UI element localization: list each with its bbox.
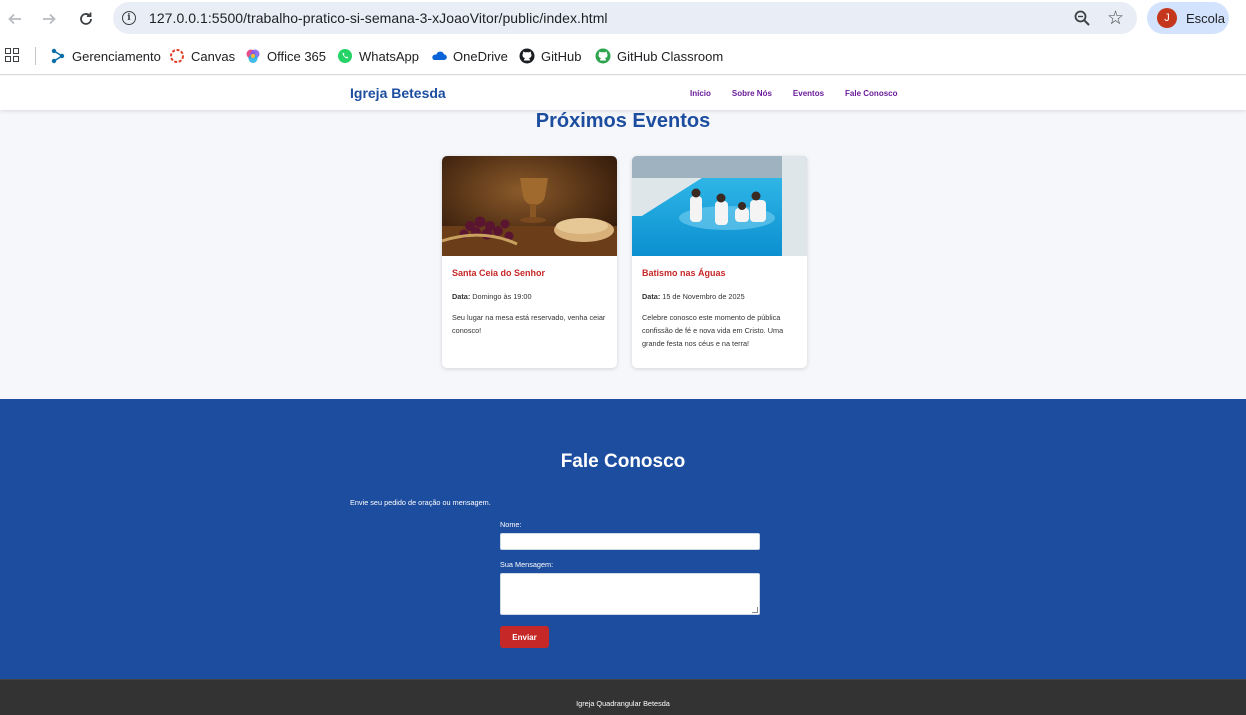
nav-link-eventos[interactable]: Eventos <box>793 89 824 98</box>
footer-text: Igreja Quadrangular Betesda <box>576 699 670 708</box>
bookmark-onedrive[interactable]: OneDrive <box>431 47 508 65</box>
event-title: Batismo nas Águas <box>642 268 726 278</box>
bookmark-label: GitHub <box>541 48 582 64</box>
profile-button[interactable]: J Escola <box>1147 2 1229 34</box>
nav-link-fale-conosco[interactable]: Fale Conosco <box>845 89 897 98</box>
github-icon <box>519 48 535 64</box>
message-textarea[interactable] <box>500 573 760 615</box>
communion-image <box>442 156 617 256</box>
event-date: Data: 15 de Novembro de 2025 <box>642 292 745 301</box>
event-date-label: Data: <box>642 292 661 301</box>
onedrive-icon <box>432 51 447 60</box>
back-button[interactable] <box>3 7 27 31</box>
nav-link-inicio[interactable]: Início <box>690 89 711 98</box>
github-classroom-icon <box>595 48 611 64</box>
bookmark-label: Canvas <box>191 48 236 64</box>
address-bar[interactable]: i 127.0.0.1:5500/trabalho-pratico-si-sem… <box>113 2 1137 34</box>
events-section: Próximos Eventos Santa Ceia do Senhor Da… <box>0 110 1246 399</box>
contact-intro: Envie seu pedido de oração ou mensagem. <box>350 498 491 507</box>
bookmark-star-icon[interactable]: ☆ <box>1107 7 1124 30</box>
bookmark-github-classroom[interactable]: GitHub Classroom <box>595 47 723 65</box>
contact-title: Fale Conosco <box>560 451 686 472</box>
site-logo[interactable]: Igreja Betesda <box>350 85 446 101</box>
event-description: Celebre conosco este momento de pública … <box>642 313 784 348</box>
name-label: Nome: <box>500 520 522 529</box>
bookmarks-bar: Gerenciamento Canvas Office 365 WhatsApp… <box>0 37 1246 75</box>
nav-link-sobre[interactable]: Sobre Nós <box>732 89 772 98</box>
reload-button[interactable] <box>74 7 98 31</box>
office-icon <box>246 49 260 63</box>
event-card: Batismo nas Águas Data: 15 de Novembro d… <box>632 156 807 368</box>
send-button[interactable]: Enviar <box>500 626 549 648</box>
bookmark-label: WhatsApp <box>359 48 419 64</box>
event-card: Santa Ceia do Senhor Data: Domingo às 19… <box>442 156 617 368</box>
zoom-icon[interactable] <box>1073 9 1091 27</box>
profile-name: Escola <box>1186 10 1226 26</box>
avatar: J <box>1157 8 1177 28</box>
event-date-value: Domingo às 19:00 <box>472 292 532 301</box>
bookmark-github[interactable]: GitHub <box>519 47 581 65</box>
event-date-label: Data: <box>452 292 471 301</box>
apps-grid-icon[interactable] <box>5 48 19 62</box>
site-footer: Igreja Quadrangular Betesda <box>0 679 1246 715</box>
arrow-left-icon <box>8 13 21 25</box>
message-label: Sua Mensagem: <box>500 560 554 569</box>
bookmark-gerenciamento[interactable]: Gerenciamento <box>50 47 161 65</box>
events-title: Próximos Eventos <box>535 110 711 132</box>
site-info-icon[interactable]: i <box>122 11 136 25</box>
event-date-value: 15 de Novembro de 2025 <box>662 292 745 301</box>
contact-section: Fale Conosco Envie seu pedido de oração … <box>0 399 1246 679</box>
canvas-icon <box>170 49 184 63</box>
name-input[interactable] <box>500 533 760 550</box>
bookmarks-separator <box>35 47 36 65</box>
browser-toolbar: i 127.0.0.1:5500/trabalho-pratico-si-sem… <box>0 0 1246 37</box>
bookmark-office[interactable]: Office 365 <box>245 47 326 65</box>
bookmark-whatsapp[interactable]: WhatsApp <box>337 47 419 65</box>
site-nav: Início Sobre Nós Eventos Fale Conosco <box>690 89 918 98</box>
bookmark-label: OneDrive <box>453 48 508 64</box>
event-description: Seu lugar na mesa está reservado, venha … <box>452 313 606 335</box>
bookmark-canvas[interactable]: Canvas <box>169 47 235 65</box>
arrow-right-icon <box>43 13 56 25</box>
gerenciamento-icon <box>51 48 65 64</box>
bookmark-label: GitHub Classroom <box>617 48 724 64</box>
event-title: Santa Ceia do Senhor <box>452 268 546 278</box>
reload-icon <box>80 12 92 25</box>
whatsapp-icon <box>338 49 352 63</box>
url-text[interactable]: 127.0.0.1:5500/trabalho-pratico-si-seman… <box>149 10 608 26</box>
baptism-image <box>632 156 807 256</box>
event-date: Data: Domingo às 19:00 <box>452 292 532 301</box>
resize-handle-icon[interactable] <box>752 607 758 613</box>
bookmark-label: Office 365 <box>267 48 327 64</box>
bookmark-label: Gerenciamento <box>72 48 161 64</box>
site-header: Igreja Betesda Início Sobre Nós Eventos … <box>0 76 1246 110</box>
forward-button[interactable] <box>37 7 61 31</box>
